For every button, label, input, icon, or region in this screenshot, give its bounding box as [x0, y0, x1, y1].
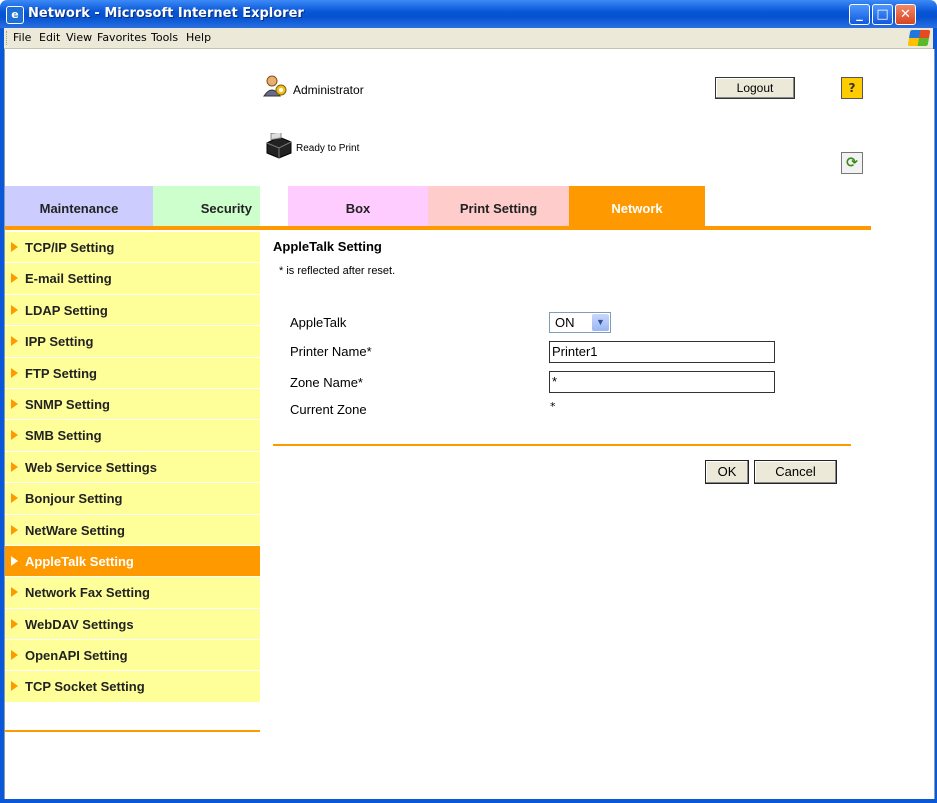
tab-print-setting[interactable]: Print Setting — [428, 186, 569, 226]
windows-flag-icon — [907, 30, 931, 46]
triangle-right-icon — [11, 430, 18, 441]
zone-name-input[interactable]: * — [549, 371, 775, 393]
help-button[interactable]: ? — [841, 77, 863, 99]
content-divider — [273, 444, 851, 446]
window-titlebar: e Network - Microsoft Internet Explorer … — [0, 0, 937, 28]
zone-name-label: Zone Name* — [290, 375, 363, 390]
sidebar-item-ftp[interactable]: FTP Setting — [5, 357, 260, 389]
tab-box[interactable]: Box — [288, 186, 428, 226]
refresh-button[interactable]: ⟳ — [841, 152, 863, 174]
menu-favorites[interactable]: Favorites — [97, 31, 147, 44]
cancel-button[interactable]: Cancel — [754, 460, 837, 484]
browser-content: Administrator Logout ? Ready to Print ⟳ … — [4, 49, 935, 799]
triangle-right-icon — [11, 650, 18, 661]
chevron-down-icon[interactable]: ▼ — [592, 314, 609, 331]
printer-status-text: Ready to Print — [296, 143, 360, 154]
menu-help[interactable]: Help — [186, 31, 211, 44]
menu-bar: File Edit View Favorites Tools Help — [0, 28, 937, 49]
printer-name-input[interactable]: Printer1 — [549, 341, 775, 363]
sidebar-item-label: OpenAPI Setting — [25, 648, 128, 664]
sidebar-nav: TCP/IP Setting E-mail Setting LDAP Setti… — [5, 232, 260, 703]
sidebar-item-label: Bonjour Setting — [25, 491, 123, 507]
sidebar-item-label: FTP Setting — [25, 365, 97, 381]
sidebar-item-bonjour[interactable]: Bonjour Setting — [5, 483, 260, 515]
triangle-right-icon — [11, 587, 18, 598]
sidebar-item-label: WebDAV Settings — [25, 616, 134, 632]
triangle-right-icon — [11, 242, 18, 252]
ie-logo-icon: e — [6, 6, 24, 24]
sidebar-item-label: TCP/IP Setting — [25, 240, 115, 255]
sidebar-item-label: IPP Setting — [25, 334, 94, 350]
sidebar-item-label: LDAP Setting — [25, 302, 108, 318]
sidebar-item-label: SNMP Setting — [25, 396, 110, 412]
printer-status-icon — [266, 133, 292, 159]
triangle-right-icon — [11, 273, 18, 284]
tab-underline — [5, 226, 871, 230]
sidebar-item-ldap[interactable]: LDAP Setting — [5, 294, 260, 327]
sidebar-divider — [5, 730, 260, 732]
appletalk-label: AppleTalk — [290, 315, 347, 330]
triangle-right-icon — [11, 336, 18, 347]
current-zone-label: Current Zone — [290, 402, 367, 417]
sidebar-item-web-service[interactable]: Web Service Settings — [5, 451, 260, 484]
menu-tools[interactable]: Tools — [151, 31, 178, 44]
current-zone-value: * — [550, 400, 556, 413]
sidebar-item-appletalk[interactable]: AppleTalk Setting — [5, 545, 260, 578]
sidebar-item-tcpip[interactable]: TCP/IP Setting — [5, 232, 260, 264]
sidebar-item-ipp[interactable]: IPP Setting — [5, 326, 260, 358]
menu-file[interactable]: File — [13, 31, 31, 44]
sidebar-item-label: SMB Setting — [25, 428, 102, 444]
sidebar-item-snmp[interactable]: SNMP Setting — [5, 388, 260, 421]
sidebar-item-tcp-socket[interactable]: TCP Socket Setting — [5, 671, 260, 703]
triangle-right-icon — [11, 461, 18, 472]
sidebar-item-network-fax[interactable]: Network Fax Setting — [5, 577, 260, 609]
tab-maintenance[interactable]: Maintenance — [5, 186, 153, 226]
triangle-right-icon — [11, 524, 18, 535]
sidebar-item-label: AppleTalk Setting — [25, 553, 134, 569]
triangle-right-icon — [11, 681, 18, 692]
sidebar-item-openapi[interactable]: OpenAPI Setting — [5, 640, 260, 672]
sidebar-item-label: TCP Socket Setting — [25, 679, 145, 695]
sidebar-item-smb[interactable]: SMB Setting — [5, 420, 260, 452]
close-button[interactable]: ✕ — [895, 4, 916, 25]
printer-name-label: Printer Name* — [290, 344, 372, 359]
sidebar-item-label: NetWare Setting — [25, 522, 125, 538]
triangle-right-icon — [11, 398, 18, 409]
sidebar-item-label: Web Service Settings — [25, 459, 157, 475]
triangle-right-icon — [11, 555, 18, 566]
user-name: Administrator — [293, 83, 364, 97]
maximize-button[interactable]: □ — [872, 4, 893, 25]
menu-edit[interactable]: Edit — [39, 31, 60, 44]
window-frame-bottom — [0, 799, 937, 803]
triangle-right-icon — [11, 493, 18, 504]
window-title: Network - Microsoft Internet Explorer — [28, 6, 304, 21]
ok-button[interactable]: OK — [705, 460, 749, 484]
triangle-right-icon — [11, 618, 18, 629]
triangle-right-icon — [11, 367, 18, 378]
menu-view[interactable]: View — [66, 31, 92, 44]
appletalk-select-value: ON — [555, 315, 575, 330]
logout-button[interactable]: Logout — [715, 77, 795, 99]
sidebar-item-webdav[interactable]: WebDAV Settings — [5, 608, 260, 641]
minimize-button[interactable]: _ — [849, 4, 870, 25]
triangle-right-icon — [11, 304, 18, 315]
tab-security[interactable]: Security — [153, 186, 260, 226]
administrator-icon — [263, 75, 287, 97]
sidebar-item-email[interactable]: E-mail Setting — [5, 263, 260, 295]
toolbar-grip — [6, 31, 9, 45]
reset-note: * is reflected after reset. — [279, 265, 396, 277]
sidebar-item-label: Network Fax Setting — [25, 585, 150, 601]
sidebar-item-netware[interactable]: NetWare Setting — [5, 514, 260, 546]
page-title: AppleTalk Setting — [273, 239, 382, 254]
tab-network[interactable]: Network — [569, 186, 705, 229]
sidebar-item-label: E-mail Setting — [25, 271, 112, 287]
appletalk-select[interactable]: ON ▼ — [549, 312, 611, 333]
